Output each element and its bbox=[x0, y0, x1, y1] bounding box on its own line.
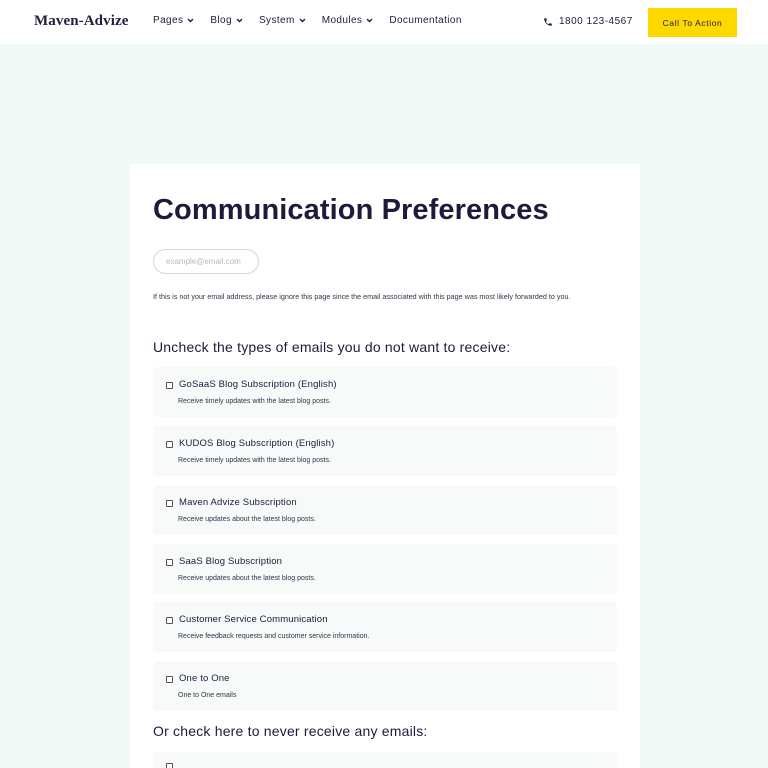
subscription-option[interactable]: Maven Advize Subscription Receive update… bbox=[153, 485, 617, 535]
option-name: SaaS Blog Subscription bbox=[179, 556, 283, 567]
site-logo[interactable]: Maven-Advize bbox=[34, 13, 129, 30]
subscription-option[interactable]: One to One One to One emails bbox=[153, 661, 617, 711]
chevron-down-icon bbox=[299, 18, 306, 23]
option-checkbox[interactable] bbox=[166, 559, 173, 566]
option-description: Receive feedback requests and customer s… bbox=[178, 633, 370, 640]
option-name: KUDOS Blog Subscription (English) bbox=[179, 438, 335, 449]
subscription-option[interactable]: GoSaaS Blog Subscription (English) Recei… bbox=[153, 367, 617, 417]
option-checkbox[interactable] bbox=[166, 441, 173, 448]
subscription-option[interactable]: SaaS Blog Subscription Receive updates a… bbox=[153, 544, 617, 594]
site-header: Maven-Advize Pages Blog System Modules D… bbox=[0, 0, 768, 44]
nav-item-label: Blog bbox=[210, 15, 232, 26]
nav-item-label: Pages bbox=[153, 15, 184, 26]
nav-item-label: System bbox=[258, 15, 295, 26]
chevron-down-icon bbox=[366, 18, 373, 23]
subscription-option[interactable]: KUDOS Blog Subscription (English) Receiv… bbox=[153, 426, 617, 476]
call-to-action-button[interactable]: Call To Action bbox=[648, 8, 737, 37]
option-checkbox[interactable] bbox=[166, 617, 173, 624]
nav-item-modules[interactable]: Modules bbox=[322, 15, 374, 26]
chevron-down-icon bbox=[187, 18, 194, 23]
unsubscribe-all-option[interactable] bbox=[153, 752, 617, 768]
subscription-option[interactable]: Customer Service Communication Receive f… bbox=[153, 602, 617, 652]
nav-item-system[interactable]: System bbox=[259, 15, 306, 26]
email-note: If this is not your email address, pleas… bbox=[153, 292, 571, 301]
option-description: Receive timely updates with the latest b… bbox=[178, 398, 331, 405]
option-checkbox[interactable] bbox=[166, 382, 173, 389]
nav-item-documentation[interactable]: Documentation bbox=[389, 15, 461, 26]
unsubscribe-heading: Or check here to never receive any email… bbox=[153, 723, 428, 739]
uncheck-heading: Uncheck the types of emails you do not w… bbox=[153, 339, 511, 355]
option-checkbox[interactable] bbox=[166, 500, 173, 507]
option-description: Receive updates about the latest blog po… bbox=[178, 516, 316, 523]
option-description: Receive updates about the latest blog po… bbox=[178, 575, 316, 582]
option-name: Customer Service Communication bbox=[179, 614, 328, 625]
option-description: Receive timely updates with the latest b… bbox=[178, 457, 331, 464]
phone-link[interactable]: 1800 123-4567 bbox=[543, 16, 633, 27]
page-title: Communication Preferences bbox=[153, 194, 549, 226]
unsubscribe-all-checkbox[interactable] bbox=[166, 763, 173, 768]
option-name: Maven Advize Subscription bbox=[179, 497, 297, 508]
nav-item-label: Modules bbox=[321, 15, 363, 26]
option-checkbox[interactable] bbox=[166, 676, 173, 683]
nav-item-label: Documentation bbox=[389, 15, 462, 26]
chevron-down-icon bbox=[236, 18, 243, 23]
nav-item-pages[interactable]: Pages bbox=[153, 15, 194, 26]
option-name: GoSaaS Blog Subscription (English) bbox=[179, 379, 337, 390]
email-input[interactable] bbox=[153, 249, 259, 274]
option-name: One to One bbox=[179, 673, 230, 684]
preferences-card: Communication Preferences If this is not… bbox=[130, 164, 640, 768]
phone-icon bbox=[544, 17, 552, 26]
option-description: One to One emails bbox=[178, 692, 237, 699]
nav-item-blog[interactable]: Blog bbox=[210, 15, 243, 26]
phone-number: 1800 123-4567 bbox=[559, 16, 633, 27]
main-nav: Pages Blog System Modules Documentation bbox=[153, 15, 478, 26]
